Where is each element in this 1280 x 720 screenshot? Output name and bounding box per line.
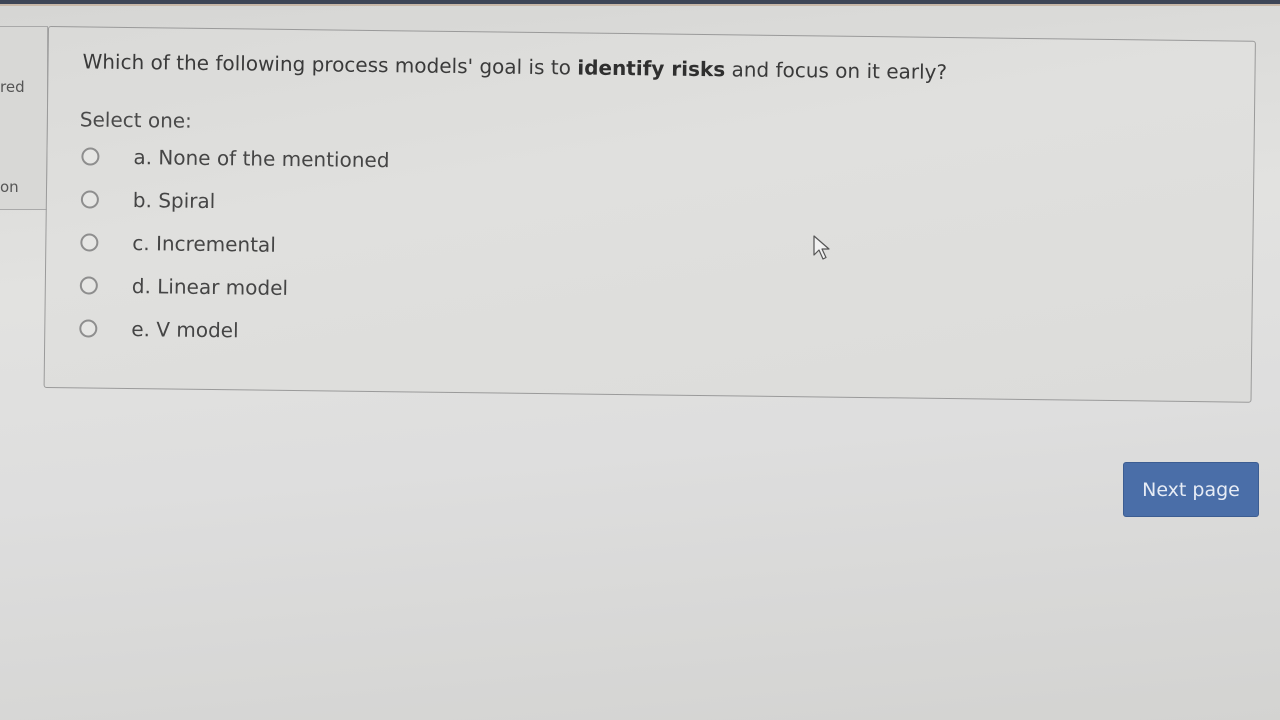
answer-option-b[interactable]: b. Spiral bbox=[80, 184, 216, 216]
answer-option-label: e. V model bbox=[131, 317, 239, 343]
question-text-part: and focus on it early? bbox=[725, 57, 948, 84]
radio-button-icon[interactable] bbox=[80, 190, 99, 209]
radio-button-icon[interactable] bbox=[79, 319, 98, 338]
page-surface: red on Which of the following process mo… bbox=[0, 4, 1280, 720]
answer-option-label: c. Incremental bbox=[132, 231, 276, 257]
answer-option-a[interactable]: a. None of the mentioned bbox=[81, 141, 390, 175]
radio-button-icon[interactable] bbox=[81, 147, 100, 166]
question-text: Which of the following process models' g… bbox=[82, 49, 947, 84]
radio-button-icon[interactable] bbox=[80, 233, 99, 252]
question-highlight: identify risks bbox=[577, 55, 726, 82]
question-card: Which of the following process models' g… bbox=[43, 26, 1256, 403]
answer-option-c[interactable]: c. Incremental bbox=[80, 227, 276, 259]
select-one-prompt: Select one: bbox=[79, 107, 193, 133]
left-panel-text-fragment: red bbox=[0, 78, 25, 96]
next-page-button[interactable]: Next page bbox=[1123, 462, 1259, 517]
question-text-part: Which of the following process models' g… bbox=[82, 49, 578, 80]
answer-option-d[interactable]: d. Linear model bbox=[79, 270, 289, 303]
answer-option-e[interactable]: e. V model bbox=[79, 313, 239, 345]
answer-option-label: d. Linear model bbox=[131, 274, 289, 300]
left-panel-text-fragment: on bbox=[0, 178, 19, 196]
answer-option-label: b. Spiral bbox=[132, 188, 216, 214]
radio-button-icon[interactable] bbox=[79, 276, 98, 295]
mouse-pointer-icon bbox=[813, 235, 830, 260]
answer-option-label: a. None of the mentioned bbox=[133, 145, 390, 173]
